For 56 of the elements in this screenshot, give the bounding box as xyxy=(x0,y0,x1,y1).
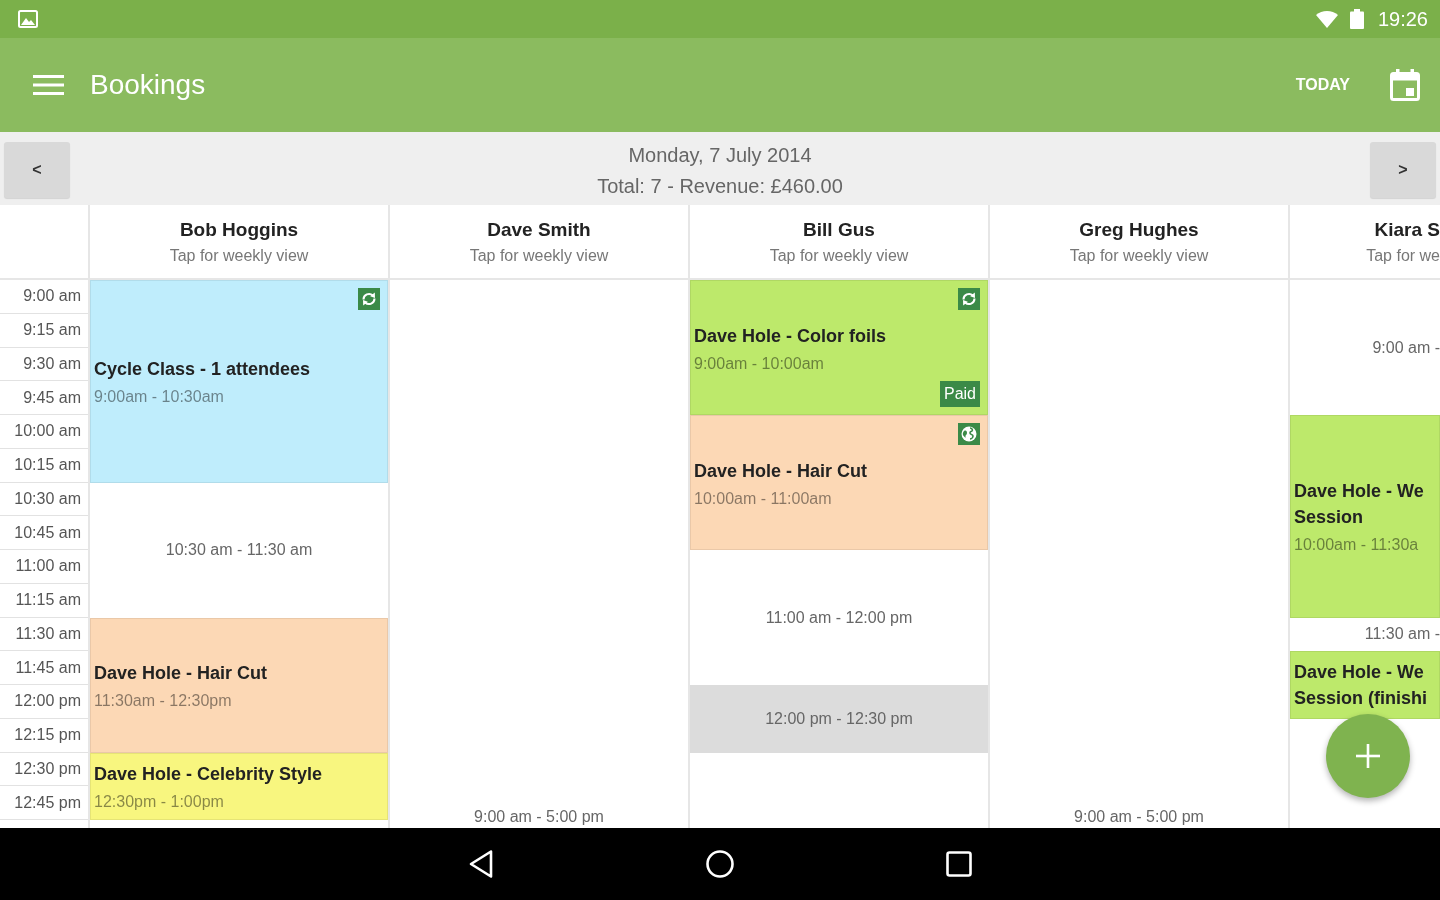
booking-time: 11:30am - 12:30pm xyxy=(94,692,232,710)
booking-title: Dave Hole - Hair Cut xyxy=(94,662,268,685)
booking-title: Dave Hole - Celebrity Style xyxy=(94,763,323,787)
weekly-view-hint: Tap for weekly view xyxy=(769,246,909,265)
booking-card[interactable]: Cycle Class - 1 attendees 9:00am - 10:30am xyxy=(90,280,388,483)
weekly-view-hint: Tap for weekly view xyxy=(469,246,609,265)
booking-time: 10:00am - 11:30a xyxy=(1294,536,1419,555)
weekly-view-hint: Tap for we xyxy=(1366,246,1440,265)
recents-button[interactable] xyxy=(946,851,972,877)
staff-name[interactable]: Dave Smith xyxy=(487,218,591,241)
paid-badge: Paid xyxy=(939,381,980,407)
booking-card[interactable]: Dave Hole - Hair Cut 10:00am - 11:00am xyxy=(690,415,988,550)
previous-day-button[interactable]: < xyxy=(4,142,70,198)
booking-time: 10:00am - 11:00am xyxy=(694,489,832,508)
calendar-icon xyxy=(1390,69,1420,101)
revenue-summary: Total: 7 - Revenue: £460.00 xyxy=(597,175,843,198)
screen-title: Bookings xyxy=(90,69,206,101)
battery-icon xyxy=(1349,9,1364,29)
date-title: Monday, 7 July 2014 xyxy=(628,144,812,167)
free-time-label: 9:00 am - 5:00 pm xyxy=(1074,808,1204,826)
staff-name[interactable]: Greg Hughes xyxy=(1079,218,1199,241)
booking-time: 9:00am - 10:00am xyxy=(694,354,824,373)
free-time-label: 11:30 am - xyxy=(1364,625,1440,644)
plus-icon xyxy=(1356,744,1380,768)
booking-title: Dave Hole - Color foils xyxy=(694,324,887,348)
booking-card[interactable]: Dave Hole - Hair Cut 11:30am - 12:30pm xyxy=(90,617,388,753)
free-time-label: 10:30 am - 11:30 am xyxy=(165,541,313,559)
image-icon xyxy=(18,10,38,28)
free-time-label: 11:00 am - 12:00 pm xyxy=(765,608,913,627)
booking-title: Dave Hole - We Session (finishi xyxy=(1294,661,1428,710)
free-time-label: 9:00 am - xyxy=(1372,338,1440,357)
staff-name[interactable]: Bob Hoggins xyxy=(179,218,299,241)
booking-title: Cycle Class - 1 attendees xyxy=(94,358,311,382)
menu-icon xyxy=(33,75,64,95)
booking-card[interactable]: Dave Hole - We Session (finishi xyxy=(1290,651,1440,719)
wifi-icon xyxy=(1315,10,1338,28)
blocked-time-label: 12:00 pm - 12:30 pm xyxy=(765,709,913,728)
booking-title: Dave Hole - We Session xyxy=(1294,480,1424,530)
home-button[interactable] xyxy=(706,850,734,878)
weekly-view-hint: Tap for weekly view xyxy=(169,246,309,265)
booking-card[interactable]: Dave Hole - Celebrity Style 12:30pm - 1:00pm xyxy=(90,752,388,820)
booking-card[interactable]: Dave Hole - We Session 10:00am - 11:30a xyxy=(1290,415,1440,618)
staff-name[interactable]: Kiara S xyxy=(1374,218,1440,241)
back-button[interactable] xyxy=(468,849,494,879)
booking-title: Dave Hole - Hair Cut xyxy=(694,459,868,483)
booking-time: 12:30pm - 1:00pm xyxy=(94,793,224,812)
booking-time: 9:00am - 10:30am xyxy=(94,388,224,407)
next-day-button[interactable]: > xyxy=(1370,142,1436,198)
staff-name[interactable]: Bill Gus xyxy=(803,218,875,241)
back-icon xyxy=(468,849,494,879)
clock-time: 19:26 xyxy=(1377,7,1428,31)
home-icon xyxy=(706,850,734,878)
free-time-label: 9:00 am - 5:00 pm xyxy=(474,808,604,826)
booking-card[interactable]: Dave Hole - Color foils 9:00am - 10:00am Paid xyxy=(690,280,988,415)
weekly-view-hint: Tap for weekly view xyxy=(1069,246,1209,265)
recents-icon xyxy=(946,851,972,877)
